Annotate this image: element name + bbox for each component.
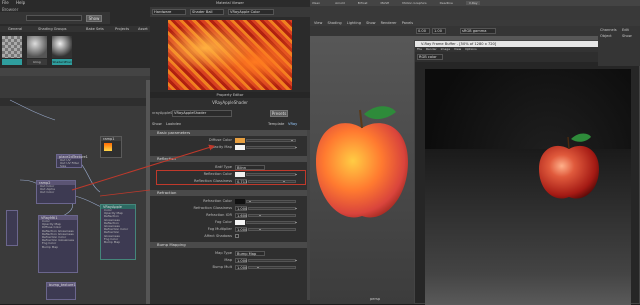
annotation-arrows — [71, 144, 215, 197]
